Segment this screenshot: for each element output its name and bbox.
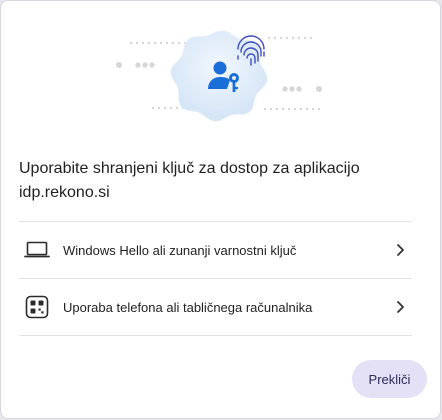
option-label: Uporaba telefona ali tabličnega računaln… [63,299,313,315]
cancel-button[interactable]: Prekliči [352,360,427,398]
badge-shape [170,30,268,122]
option-label: Windows Hello ali zunanji varnostni klju… [63,242,297,258]
chevron-right-icon [392,299,408,315]
decorative-dots-right [263,36,322,111]
option-windows-hello[interactable]: Windows Hello ali zunanji varnostni klju… [19,222,412,278]
chevron-right-icon [392,242,408,258]
option-phone-tablet[interactable]: Uporaba telefona ali tabličnega računaln… [19,279,412,335]
laptop-icon [23,236,51,264]
dialog-title: Uporabite shranjeni ključ za dostop za a… [19,160,360,201]
qr-code-icon [23,293,51,321]
passkey-dialog: Uporabite shranjeni ključ za dostop za a… [0,0,441,419]
hero-illustration [116,30,322,122]
divider [19,335,412,336]
